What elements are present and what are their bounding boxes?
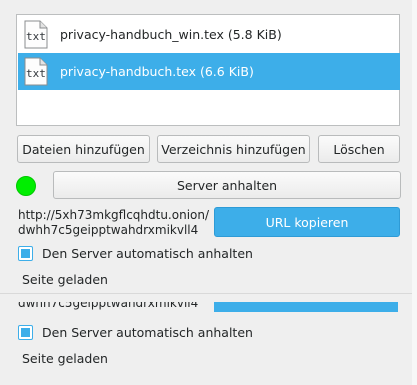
auto-stop-checkbox-row-duplicate[interactable]: Den Server automatisch anhalten [18,325,253,340]
status-text: Seite geladen [22,272,108,287]
file-icon-text: txt [26,30,46,43]
onion-url-line2: dwhh7c5geipptwahdrxmikvll4 [18,223,199,237]
divider [0,293,412,294]
window-edge [412,0,417,385]
status-text-duplicate: Seite geladen [22,351,108,366]
stop-server-button[interactable]: Server anhalten [53,171,401,199]
checkbox-check-mark [21,328,30,337]
file-name: privacy-handbuch.tex (6.6 KiB) [60,64,254,79]
txt-file-icon: txt [24,20,48,49]
auto-stop-checkbox[interactable] [18,246,33,261]
file-list[interactable]: txt privacy-handbuch_win.tex (5.8 KiB) t… [16,14,400,126]
onion-url: http://5xh73mkgflcqhdtu.onion/ dwhh7c5ge… [18,208,212,238]
file-icon-text: txt [26,67,46,80]
delete-button[interactable]: Löschen [318,135,400,163]
file-list-item[interactable]: txt privacy-handbuch_win.tex (5.8 KiB) [18,16,400,53]
server-status-indicator [16,176,36,196]
onionshare-window: txt privacy-handbuch_win.tex (5.8 KiB) t… [0,0,417,385]
auto-stop-label: Den Server automatisch anhalten [42,246,253,261]
clipped-copy-button [214,302,398,312]
copy-url-button[interactable]: URL kopieren [214,207,400,237]
onion-url-line1: http://5xh73mkgflcqhdtu.onion/ [18,208,210,222]
file-name: privacy-handbuch_win.tex (5.8 KiB) [60,27,282,42]
auto-stop-checkbox[interactable] [18,325,33,340]
add-files-button[interactable]: Dateien hinzufügen [17,135,150,163]
auto-stop-checkbox-row[interactable]: Den Server automatisch anhalten [18,246,253,261]
add-folder-button[interactable]: Verzeichnis hinzufügen [157,135,310,163]
clipped-url-row: dwhh7c5geipptwahdrxmikvll4 [18,302,398,312]
clipped-url-text: dwhh7c5geipptwahdrxmikvll4 [18,302,199,310]
txt-file-icon: txt [24,57,48,86]
auto-stop-label: Den Server automatisch anhalten [42,325,253,340]
checkbox-check-mark [21,249,30,258]
file-list-item-selected[interactable]: txt privacy-handbuch.tex (6.6 KiB) [18,53,400,90]
